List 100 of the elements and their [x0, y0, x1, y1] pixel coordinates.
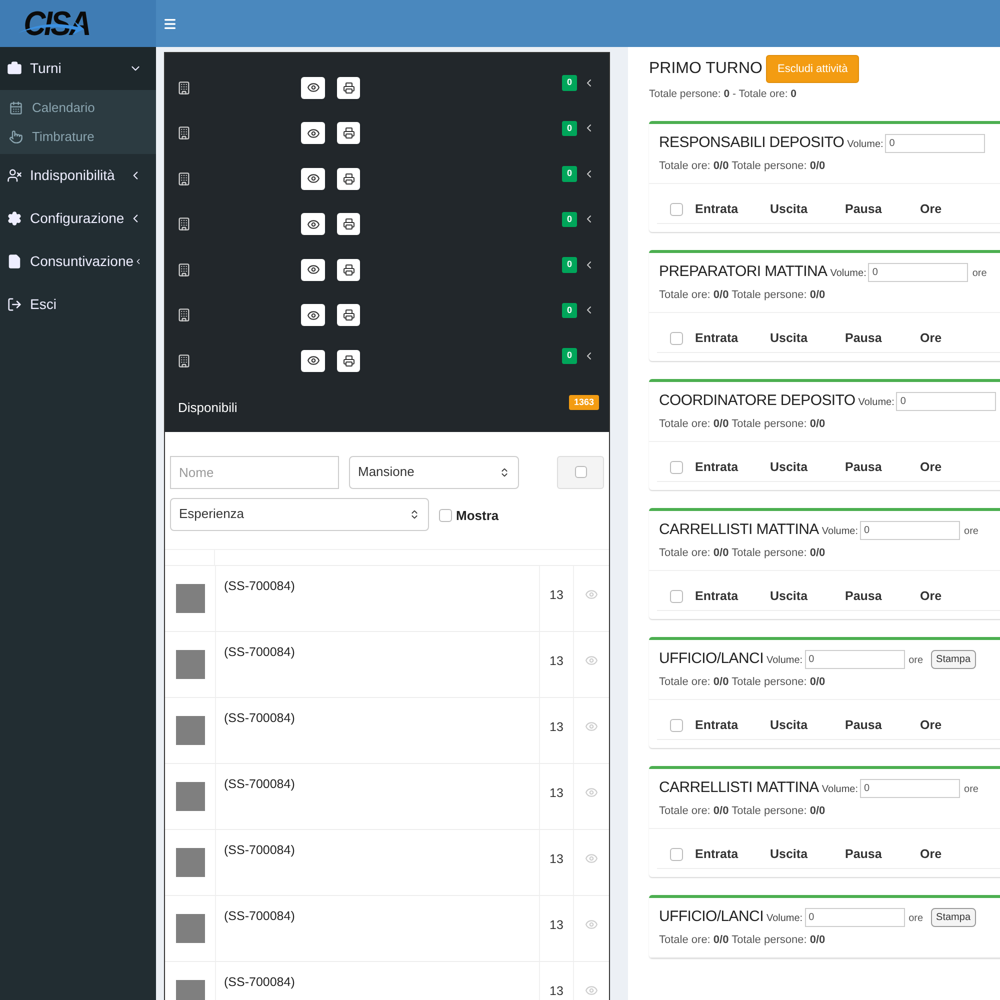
sidebar-item[interactable]: Esci	[0, 283, 156, 326]
volume-field[interactable]: 0	[896, 392, 996, 410]
view-button[interactable]	[301, 258, 325, 281]
eye-icon	[306, 126, 320, 140]
unit-label: ore	[908, 654, 924, 668]
building-icon	[177, 262, 191, 277]
section-title: COORDINATORE DEPOSITO	[659, 390, 856, 411]
avatar	[176, 980, 204, 1000]
section-totals: Totale ore: 0/0 Totale persone: 0/0	[659, 675, 826, 690]
volume-field[interactable]: 0	[885, 134, 986, 152]
hand-pointer-icon	[9, 130, 23, 144]
available-badge: 1363	[568, 394, 599, 410]
view-button[interactable]	[301, 168, 325, 190]
section-title: UFFICIO/LANCI	[659, 648, 764, 669]
checkbox[interactable]	[670, 332, 683, 345]
column-header: Entrata	[695, 716, 740, 734]
volume-label: Volume:	[766, 912, 803, 926]
worker-count: 13	[550, 850, 564, 868]
print-button[interactable]: Stampa	[931, 908, 976, 926]
avatar	[176, 914, 204, 942]
print-button[interactable]: Stampa	[931, 650, 976, 668]
view-button[interactable]	[301, 350, 325, 372]
view-button[interactable]	[301, 213, 325, 236]
checkbox[interactable]	[670, 590, 683, 603]
print-button[interactable]	[337, 76, 360, 99]
worker-code: (SS-700084)	[224, 908, 295, 922]
print-button[interactable]	[337, 213, 360, 236]
avatar	[176, 782, 204, 810]
section-totals: Totale ore: 0/0 Totale persone: 0/0	[659, 417, 826, 432]
count-badge: 0	[562, 120, 577, 136]
mansione-select[interactable]: Mansione	[349, 456, 519, 488]
column-header: Entrata	[695, 330, 740, 347]
unit-label: ore	[964, 524, 978, 538]
worker-code: (SS-700084)	[224, 842, 295, 856]
eye-icon	[306, 308, 320, 322]
menu-icon[interactable]	[163, 16, 177, 30]
volume-field[interactable]: 0	[860, 520, 960, 540]
volume-field[interactable]: 0	[804, 650, 905, 668]
volume-field[interactable]: 0	[868, 262, 968, 282]
column-header: Pausa	[845, 200, 883, 218]
eye-icon	[306, 172, 320, 186]
column-header: Ore	[920, 846, 943, 863]
view-button[interactable]	[301, 76, 325, 99]
printer-icon	[342, 354, 354, 367]
avatar	[176, 716, 204, 744]
volume-label: Volume:	[847, 138, 884, 152]
print-button[interactable]	[337, 350, 360, 372]
available-label: Disponibili	[178, 398, 238, 417]
section-totals: Totale ore: 0/0 Totale persone: 0/0	[659, 159, 826, 174]
worker-code: (SS-700084)	[224, 644, 295, 658]
column-header: Ore	[920, 200, 943, 218]
checkbox-button[interactable]	[557, 456, 604, 488]
checkbox[interactable]	[670, 718, 683, 732]
section-title: CARRELLISTI MATTINA	[659, 520, 819, 540]
select-arrows-icon	[409, 508, 420, 520]
sidebar-item[interactable]: Turni	[0, 47, 156, 90]
print-button[interactable]	[337, 258, 360, 281]
eye-icon	[306, 81, 320, 94]
sidebar-subitem[interactable]: Timbrature	[0, 122, 156, 151]
printer-icon	[342, 264, 354, 276]
select-arrows-icon	[499, 466, 510, 478]
print-button[interactable]	[337, 168, 360, 190]
volume-label: Volume:	[822, 525, 858, 539]
logout-icon	[7, 297, 22, 312]
unit-label: ore	[972, 266, 987, 280]
worker-code: (SS-700084)	[224, 776, 295, 790]
show-label: Mostra	[456, 506, 499, 524]
esperienza-select[interactable]: Esperienza	[170, 498, 429, 530]
column-header: Ore	[920, 716, 943, 734]
volume-field[interactable]: 0	[804, 908, 905, 926]
name-field[interactable]: Nome	[170, 456, 339, 488]
unit-label: ore	[908, 912, 924, 926]
building-icon	[177, 354, 191, 368]
column-header: Pausa	[845, 588, 883, 605]
volume-field[interactable]: 0	[860, 778, 960, 798]
sidebar-subitem[interactable]: Calendario	[0, 93, 156, 122]
print-button[interactable]	[337, 122, 360, 144]
building-icon	[177, 126, 191, 140]
column-header: Uscita	[770, 716, 809, 734]
column-header: Entrata	[695, 846, 740, 863]
checkbox[interactable]	[670, 848, 683, 861]
view-button[interactable]	[301, 122, 325, 144]
column-header: Pausa	[845, 716, 883, 734]
count-badge: 0	[562, 166, 577, 182]
sidebar-item[interactable]: Configurazione	[0, 197, 156, 240]
checkbox[interactable]	[670, 202, 683, 216]
briefcase-icon	[7, 61, 22, 76]
column-header: Ore	[920, 330, 943, 347]
count-badge: 0	[562, 257, 577, 272]
column-header: Ore	[920, 458, 943, 476]
sidebar-item[interactable]: Consuntivazione	[0, 240, 156, 283]
worker-count: 13	[550, 982, 564, 1000]
checkbox[interactable]	[439, 508, 452, 522]
calendar-icon	[9, 100, 23, 114]
view-button[interactable]	[301, 304, 325, 326]
print-button[interactable]	[337, 304, 360, 326]
column-header: Pausa	[845, 846, 883, 863]
printer-icon	[342, 218, 354, 230]
sidebar-item[interactable]: Indisponibilità	[0, 154, 156, 197]
checkbox[interactable]	[670, 460, 683, 474]
